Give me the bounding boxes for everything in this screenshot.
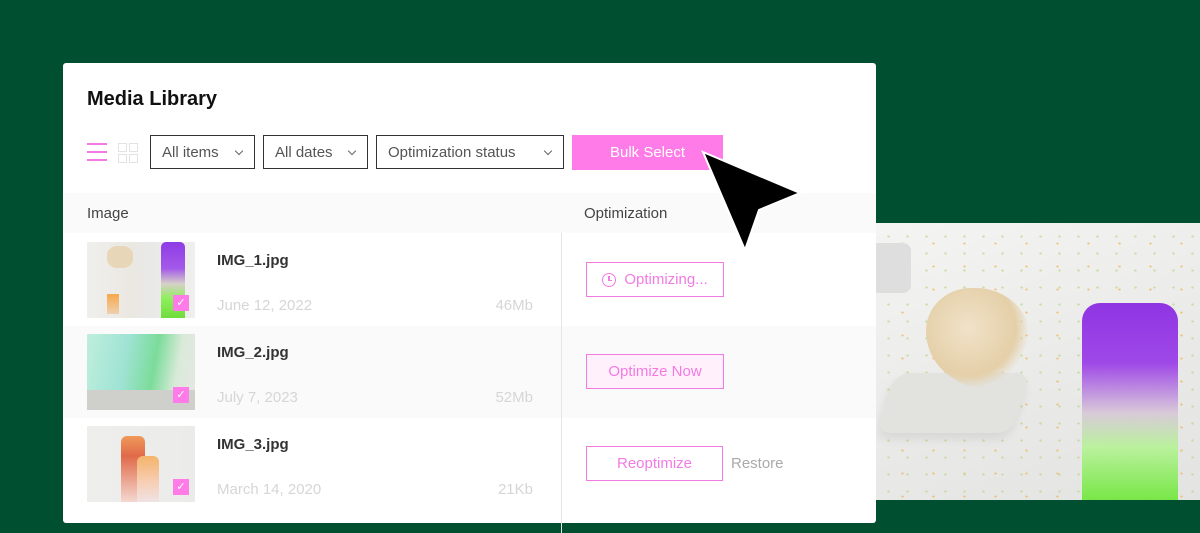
table-header: Image Optimization [63, 193, 876, 233]
image-thumbnail[interactable]: ✓ [87, 426, 195, 502]
filter-label: All dates [275, 143, 333, 161]
list-view-icon[interactable] [87, 143, 107, 161]
clock-icon [602, 272, 617, 287]
chevron-down-icon [347, 146, 357, 156]
optimizing-status-button[interactable]: Optimizing... [586, 262, 724, 297]
table-row[interactable]: ✓ IMG_1.jpg June 12, 2022 46Mb Optimizin… [63, 234, 876, 326]
column-divider [561, 233, 562, 533]
filter-optimization-status[interactable]: Optimization status [376, 135, 564, 169]
filter-label: All items [162, 143, 219, 161]
photo-left-plinth [876, 243, 911, 293]
selected-checkbox[interactable]: ✓ [173, 479, 189, 495]
photo-gradient-tower [1082, 303, 1178, 500]
button-label: Optimizing... [624, 271, 708, 288]
chevron-down-icon [543, 146, 553, 156]
restore-link[interactable]: Restore [731, 455, 784, 472]
selected-checkbox[interactable]: ✓ [173, 387, 189, 403]
filter-all-items[interactable]: All items [150, 135, 255, 169]
file-name: IMG_3.jpg [217, 436, 289, 453]
media-library-panel: Media Library All items All dates Optimi… [63, 63, 876, 533]
file-date: July 7, 2023 [217, 389, 298, 406]
chevron-down-icon [234, 146, 244, 156]
bulk-select-button[interactable]: Bulk Select [572, 135, 723, 170]
reoptimize-button[interactable]: Reoptimize [586, 446, 723, 481]
image-thumbnail[interactable]: ✓ [87, 334, 195, 410]
button-label: Reoptimize [616, 455, 693, 472]
column-header-image: Image [87, 205, 129, 222]
file-date: June 12, 2022 [217, 297, 313, 314]
table-row[interactable]: ✓ IMG_2.jpg July 7, 2023 52Mb Optimize N… [63, 326, 876, 418]
background-product-photo [876, 223, 1200, 500]
table-row[interactable]: ✓ IMG_3.jpg March 14, 2020 21Kb Reoptimi… [63, 418, 876, 510]
file-size: 52Mb [495, 389, 533, 406]
button-label: Optimize Now [608, 363, 702, 380]
file-name: IMG_1.jpg [217, 252, 289, 269]
column-header-optimization: Optimization [584, 205, 668, 222]
grid-view-icon[interactable] [118, 143, 138, 163]
file-size: 21Kb [497, 481, 533, 498]
file-size: 46Mb [495, 297, 533, 314]
filter-all-dates[interactable]: All dates [263, 135, 368, 169]
selected-checkbox[interactable]: ✓ [173, 295, 189, 311]
file-date: March 14, 2020 [217, 481, 322, 498]
filter-label: Optimization status [388, 143, 516, 161]
image-thumbnail[interactable]: ✓ [87, 242, 195, 318]
page-title: Media Library [87, 88, 218, 110]
optimize-now-button[interactable]: Optimize Now [586, 354, 724, 389]
file-name: IMG_2.jpg [217, 344, 289, 361]
